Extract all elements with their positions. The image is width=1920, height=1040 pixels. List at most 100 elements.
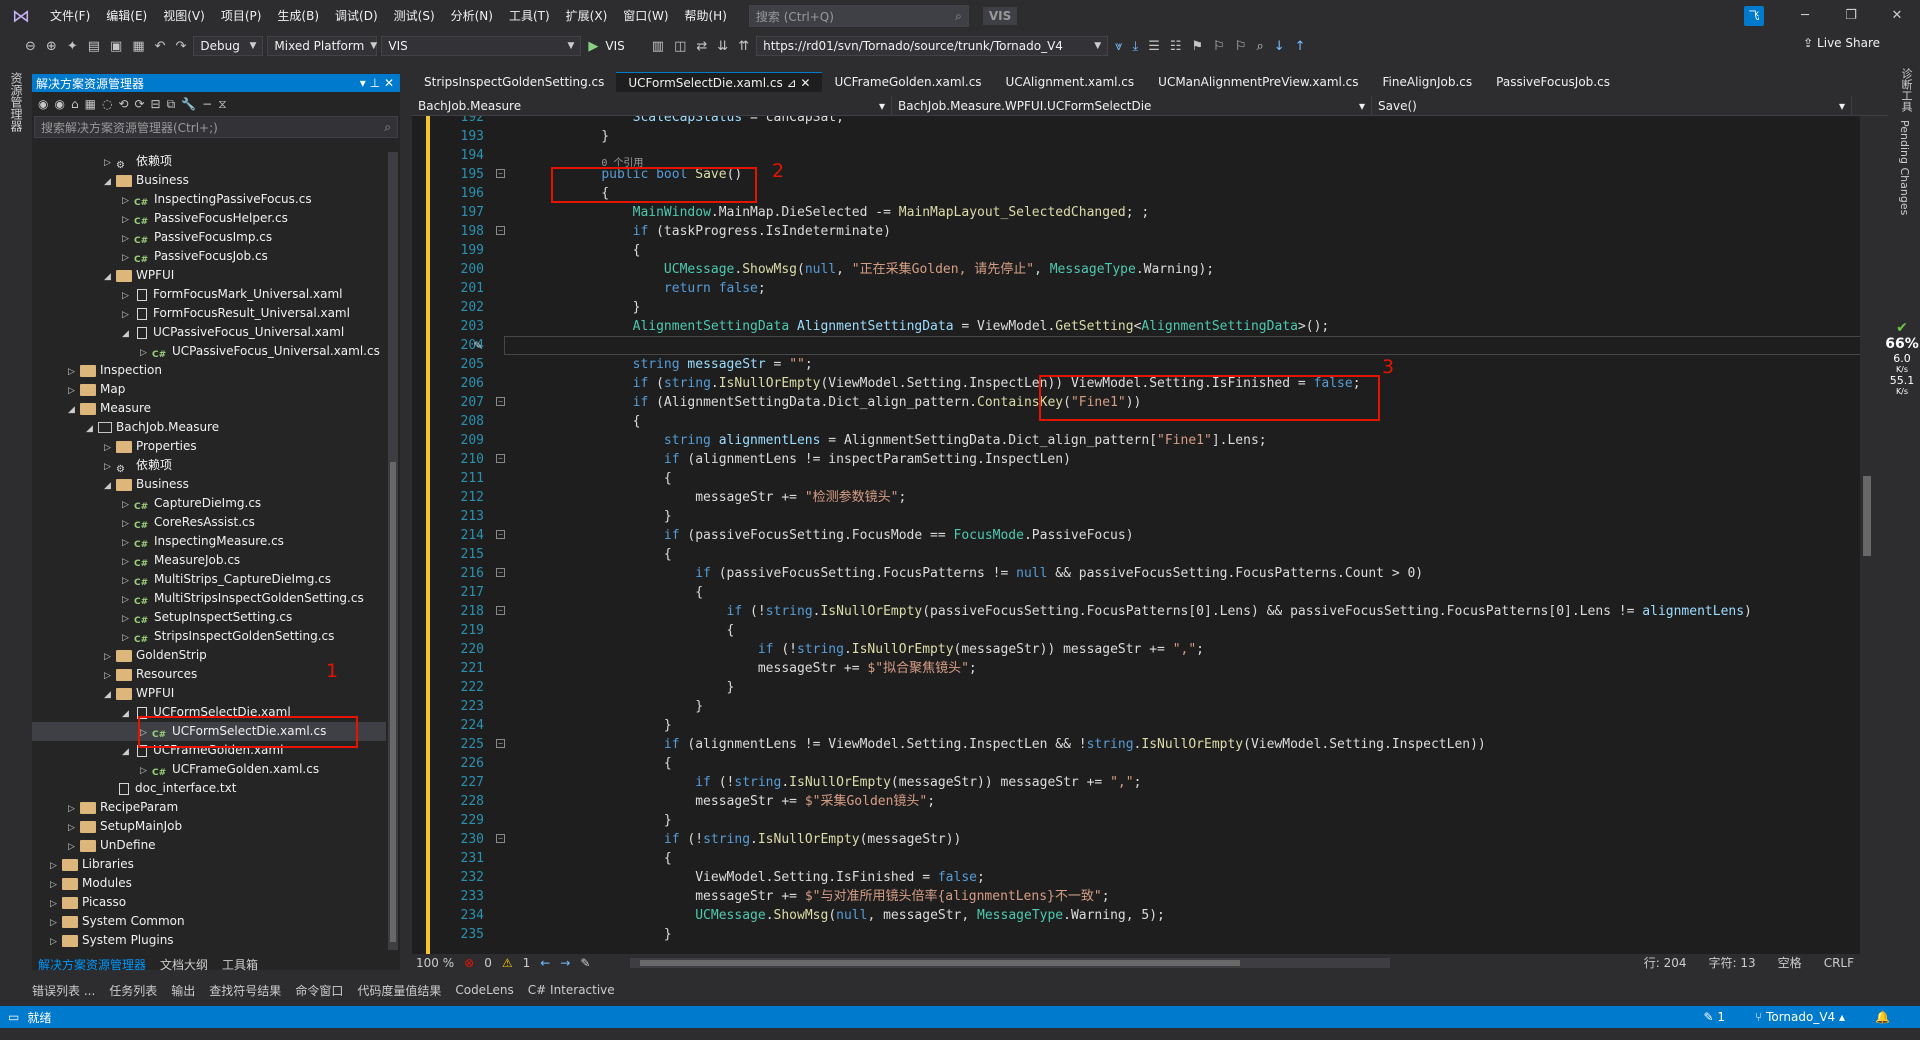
code-text[interactable]: } (570, 716, 672, 735)
menu-item[interactable]: 扩展(X) (558, 0, 616, 32)
code-text[interactable]: messageStr += "检测参数镜头"; (570, 488, 906, 507)
tree-item[interactable]: ◢ Business (32, 171, 386, 190)
collapse-toggle-icon[interactable]: − (496, 834, 505, 843)
start-debugging-label[interactable]: VIS (605, 39, 624, 53)
bookmark-icon[interactable]: ⚑ (1189, 39, 1207, 54)
code-text[interactable]: { (570, 412, 641, 431)
project-dropdown[interactable]: BachJob.Measure ▾ (412, 96, 892, 116)
code-text[interactable]: } (570, 697, 703, 716)
code-text[interactable]: } (570, 925, 672, 944)
code-text[interactable]: } (570, 298, 641, 317)
editor-tab[interactable]: UCAlignment.xaml.cs (994, 72, 1147, 92)
auto-hide-icon[interactable]: ⊥ (370, 76, 380, 90)
editor-tab[interactable]: UCManAlignmentPreView.xaml.cs (1146, 72, 1370, 92)
code-text[interactable]: if (alignmentLens != inspectParamSetting… (570, 450, 1071, 469)
tree-item[interactable]: ▷ C# SetupInspectSetting.cs (32, 608, 386, 627)
sync-icon[interactable]: ⇄ (693, 39, 710, 54)
code-text[interactable]: MainWindow.MainMap.DieSelected -= MainMa… (570, 203, 1150, 222)
menu-item[interactable]: 生成(B) (269, 0, 327, 32)
solution-scrollbar[interactable] (388, 152, 398, 950)
collapse-toggle-icon[interactable]: − (496, 226, 505, 235)
pending-changes-filter-icon[interactable]: ◌ (102, 97, 112, 111)
tree-item[interactable]: ▷ C# InspectingMeasure.cs (32, 532, 386, 551)
diagnostic-tools-tab[interactable]: 诊断工具 (1898, 68, 1914, 112)
comment-icon[interactable]: ☰ (1145, 39, 1163, 54)
startup-project-select[interactable]: VIS ▼ (381, 36, 582, 56)
code-text[interactable]: if (!string.IsNullOrEmpty(passiveFocusSe… (570, 602, 1752, 621)
menu-item[interactable]: 视图(V) (155, 0, 213, 32)
minimize-button[interactable]: ─ (1782, 0, 1828, 32)
code-text[interactable]: return false; (570, 279, 766, 298)
code-text[interactable]: } (570, 811, 672, 830)
branch-indicator[interactable]: ⑂ Tornado_V4 ▴ (1755, 1006, 1845, 1028)
tree-item[interactable]: ▷ Picasso (32, 893, 386, 912)
code-text[interactable]: { (570, 545, 672, 564)
refresh-icon[interactable]: ⟳ (134, 97, 144, 111)
tree-item[interactable]: ▷ C# PassiveFocusImp.cs (32, 228, 386, 247)
line-ending-indicator[interactable]: CRLF (1824, 954, 1854, 972)
code-text[interactable]: ViewModel.Setting.IsFinished = false; (570, 868, 985, 887)
tree-item[interactable]: doc_interface.txt (32, 779, 386, 798)
pin-icon[interactable]: ▾ (360, 76, 366, 90)
visual-studio-logo-icon[interactable]: ⋈ (0, 0, 42, 32)
scrollbar-thumb[interactable] (390, 462, 396, 942)
solution-search-input[interactable]: 搜索解决方案资源管理器(Ctrl+;) ⌕ (34, 116, 398, 138)
code-text[interactable]: if (taskProgress.IsIndeterminate) (570, 222, 891, 241)
code-text[interactable]: { (570, 241, 641, 260)
code-cleanup-icon[interactable]: ✎ (580, 956, 590, 970)
menu-item[interactable]: 文件(F) (42, 0, 98, 32)
tree-item[interactable]: ▷ RecipeParam (32, 798, 386, 817)
tree-item[interactable]: ◢ WPFUI (32, 266, 386, 285)
tree-item[interactable]: ▷ System Plugins (32, 931, 386, 950)
whitespace-indicator[interactable]: 空格 (1778, 954, 1802, 972)
back-icon[interactable]: ◉ (38, 97, 48, 111)
minus-icon[interactable]: − (202, 97, 212, 111)
avatar[interactable]: 飞 (1744, 6, 1764, 26)
tree-item[interactable]: ▷ UnDefine (32, 836, 386, 855)
sync-icon[interactable]: ⟲ (118, 97, 128, 111)
editor-tab[interactable]: StripsInspectGoldenSetting.cs (412, 72, 616, 92)
collapse-toggle-icon[interactable]: − (496, 739, 505, 748)
class-view-icon[interactable]: ⧖ (218, 97, 226, 112)
bottom-tool-tab[interactable]: 查找符号结果 (209, 982, 281, 999)
collapse-toggle-icon[interactable]: − (496, 606, 505, 615)
code-text[interactable]: if (alignmentLens != ViewModel.Setting.I… (570, 735, 1486, 754)
tree-item[interactable]: ▷ C# PassiveFocusJob.cs (32, 247, 386, 266)
code-text[interactable]: { (570, 621, 735, 640)
tree-item[interactable]: ◢ WPFUI (32, 684, 386, 703)
editor-tab[interactable]: PassiveFocusJob.cs (1484, 72, 1622, 92)
code-text[interactable]: ScaleCapStatus = canCapSat; (570, 116, 844, 127)
warning-count[interactable]: 1 (523, 956, 531, 970)
editor-tab[interactable]: FineAlignJob.cs (1371, 72, 1485, 92)
editor-vertical-scrollbar[interactable] (1860, 116, 1874, 954)
menu-item[interactable]: 窗口(W) (615, 0, 676, 32)
collapse-toggle-icon[interactable]: − (496, 169, 505, 178)
download-icon[interactable]: ⤓ (1129, 39, 1141, 54)
menu-item[interactable]: 测试(S) (386, 0, 443, 32)
pending-changes-tab[interactable]: Pending Changes (1898, 120, 1911, 215)
menu-item[interactable]: 项目(P) (213, 0, 270, 32)
code-text[interactable]: string messageStr = ""; (570, 355, 813, 374)
code-text[interactable]: if (!string.IsNullOrEmpty(messageStr)) m… (570, 640, 1204, 659)
bottom-tool-tab[interactable]: C# Interactive (528, 983, 615, 997)
bottom-tool-tab[interactable]: CodeLens (455, 983, 513, 997)
menu-item[interactable]: 帮助(H) (677, 0, 735, 32)
next-issue-icon[interactable]: → (560, 956, 570, 970)
filter-icon[interactable]: ⩔ (1112, 39, 1125, 54)
close-icon[interactable]: ✕ (384, 76, 394, 90)
tree-item[interactable]: ▷ C# UCFrameGolden.xaml.cs (32, 760, 386, 779)
tree-item[interactable]: ▷ SetupMainJob (32, 817, 386, 836)
new-project-icon[interactable]: ✦ (64, 39, 81, 54)
solution-panel-tab[interactable]: 文档大纲 (160, 956, 208, 974)
tree-item[interactable]: ▷ Inspection (32, 361, 386, 380)
class-dropdown[interactable]: BachJob.Measure.WPFUI.UCFormSelectDie ▾ (892, 96, 1372, 116)
tree-item[interactable]: ▷ FormFocusResult_Universal.xaml (32, 304, 386, 323)
platform-select[interactable]: Mixed Platform ▼ (267, 36, 378, 56)
bottom-tool-tab[interactable]: 命令窗口 (295, 982, 343, 999)
expand-arrow-icon[interactable]: ▷ (50, 933, 62, 952)
solution-panel-tab[interactable]: 解决方案资源管理器 (38, 956, 146, 974)
code-text[interactable]: { (570, 849, 672, 868)
editor-tab[interactable]: UCFrameGolden.xaml.cs (822, 72, 993, 92)
save-all-icon[interactable]: ▦ (129, 39, 147, 54)
live-share-button[interactable]: ⇪ Live Share (1803, 36, 1880, 50)
